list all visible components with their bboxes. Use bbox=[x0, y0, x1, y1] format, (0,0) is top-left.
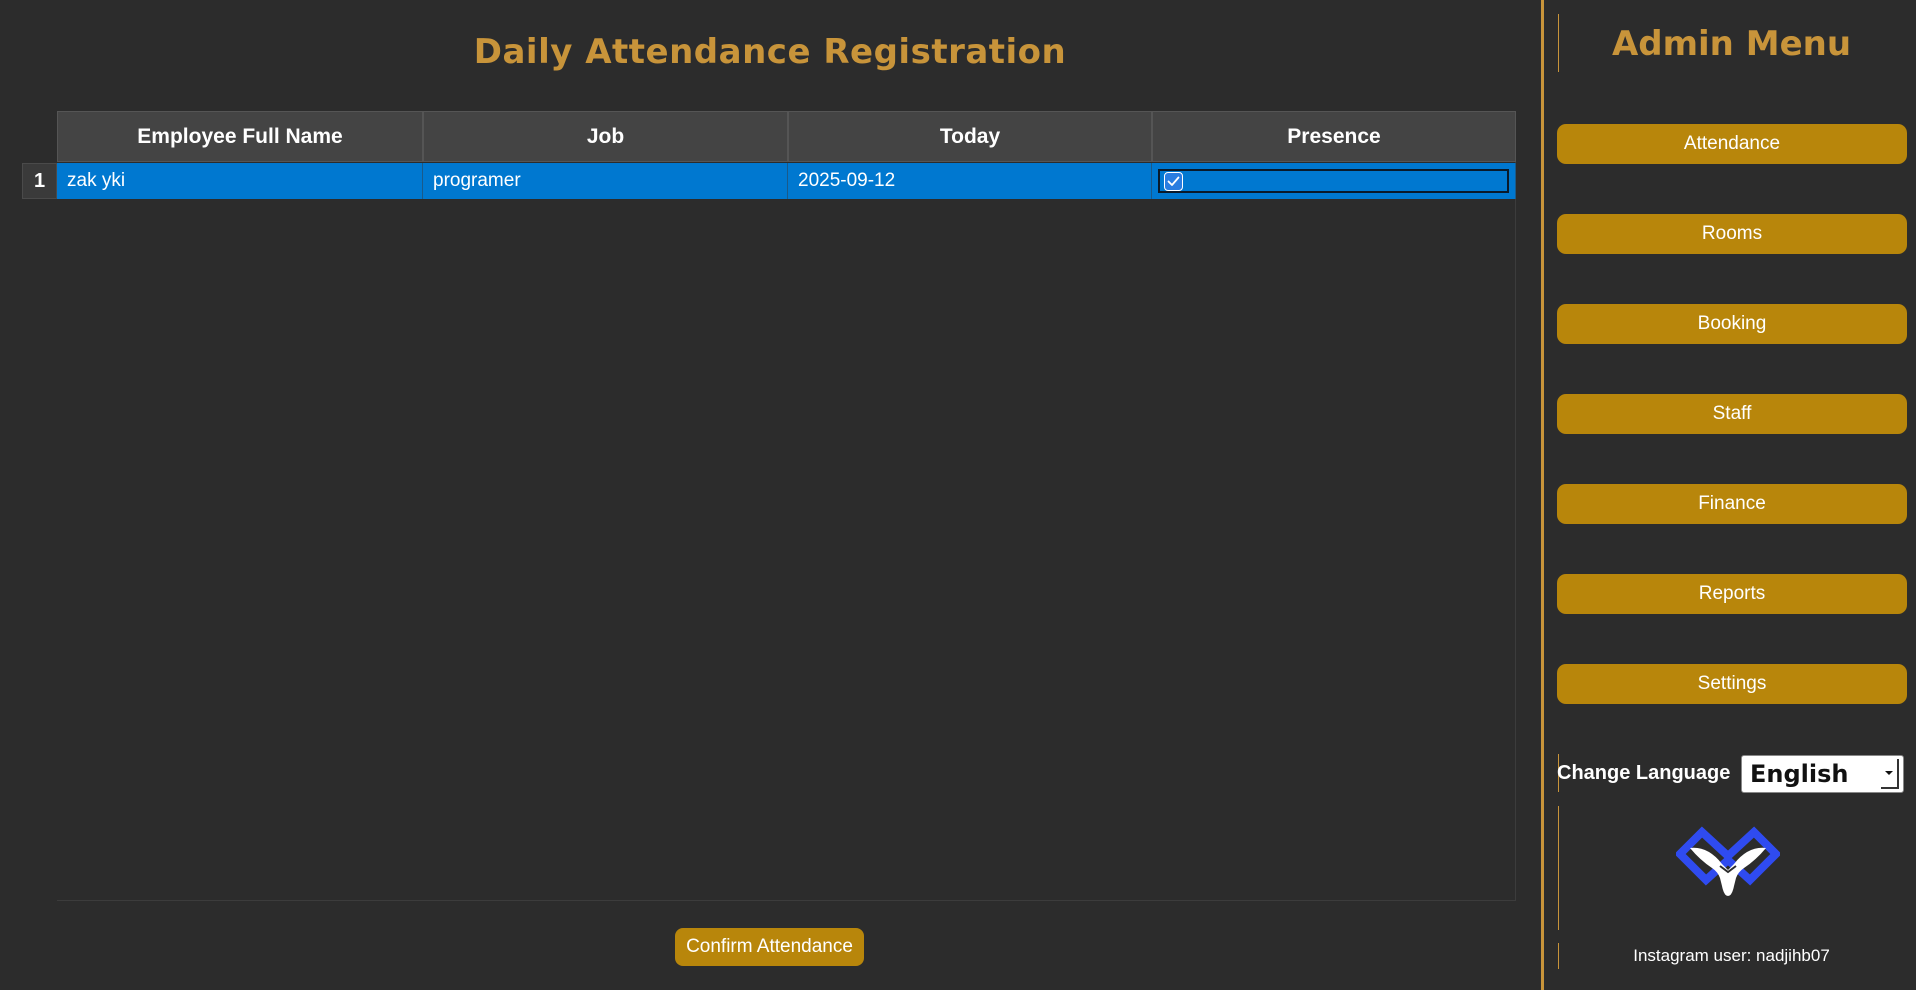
row-number[interactable]: 1 bbox=[22, 163, 57, 199]
cell-job[interactable]: programer bbox=[423, 163, 788, 199]
cell-today[interactable]: 2025-09-12 bbox=[788, 163, 1152, 199]
main-content: Daily Attendance Registration Employee F… bbox=[0, 0, 1540, 990]
header-presence[interactable]: Presence bbox=[1152, 111, 1516, 162]
table-row[interactable]: 1 zak yki programer 2025-09-12 bbox=[22, 163, 1516, 199]
sidebar-item-rooms[interactable]: Rooms bbox=[1557, 214, 1907, 254]
sidebar-item-staff[interactable]: Staff bbox=[1557, 394, 1907, 434]
sidebar-item-booking[interactable]: Booking bbox=[1557, 304, 1907, 344]
sidebar-item-attendance[interactable]: Attendance bbox=[1557, 124, 1907, 164]
sidebar-divider bbox=[1558, 806, 1559, 930]
language-label: Change Language bbox=[1557, 762, 1731, 784]
sidebar-title: Admin Menu bbox=[1611, 24, 1852, 64]
table-frame bbox=[57, 111, 1516, 901]
cell-presence[interactable] bbox=[1152, 163, 1516, 199]
header-today[interactable]: Today bbox=[788, 111, 1152, 162]
checkmark-icon bbox=[1167, 176, 1180, 186]
instagram-footer: Instagram user: nadjihb07 bbox=[1633, 946, 1830, 965]
table-header: Employee Full Name Job Today Presence bbox=[57, 111, 1516, 162]
presence-editor[interactable] bbox=[1158, 169, 1509, 193]
chevron-down-icon[interactable] bbox=[1881, 759, 1899, 789]
language-select[interactable]: English bbox=[1741, 755, 1904, 793]
header-job[interactable]: Job bbox=[423, 111, 788, 162]
cell-employee-name[interactable]: zak yki bbox=[57, 163, 423, 199]
admin-sidebar: Admin Menu Attendance Rooms Booking Staf… bbox=[1541, 0, 1916, 990]
page-title: Daily Attendance Registration bbox=[473, 32, 1067, 72]
eagle-logo-icon bbox=[1676, 826, 1780, 896]
sidebar-item-reports[interactable]: Reports bbox=[1557, 574, 1907, 614]
attendance-table: Employee Full Name Job Today Presence 1 … bbox=[22, 111, 1516, 901]
confirm-attendance-button[interactable]: Confirm Attendance bbox=[675, 928, 864, 966]
presence-checkbox[interactable] bbox=[1164, 171, 1183, 191]
language-selected-value: English bbox=[1750, 760, 1849, 788]
sidebar-item-finance[interactable]: Finance bbox=[1557, 484, 1907, 524]
header-employee-name[interactable]: Employee Full Name bbox=[57, 111, 423, 162]
sidebar-item-settings[interactable]: Settings bbox=[1557, 664, 1907, 704]
